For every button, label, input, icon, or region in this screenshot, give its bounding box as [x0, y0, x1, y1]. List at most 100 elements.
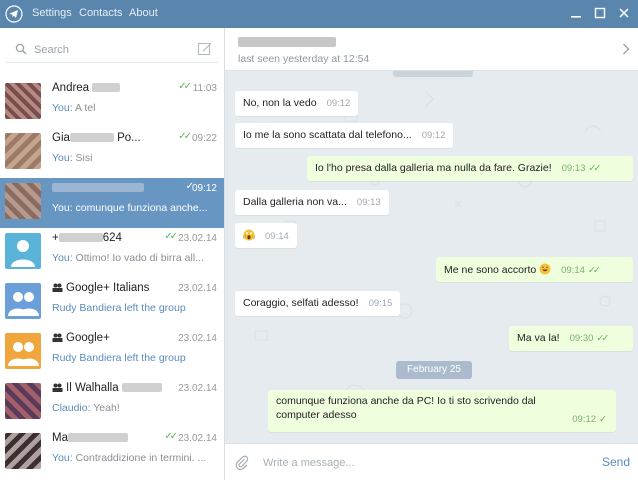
message-text: Coraggio, selfati adesso!	[243, 297, 359, 309]
blurred-name	[52, 183, 144, 193]
paperclip-icon[interactable]	[235, 455, 249, 470]
message-time: 09:12	[326, 98, 351, 109]
sent-tick-icon: ✓	[599, 414, 607, 425]
blurred-name	[92, 83, 121, 93]
chat-item-ma[interactable]: Ma ✓✓ 23.02.14 You: Contraddizione in te…	[0, 428, 224, 478]
sidebar: Andrea ✓✓ 11:03 You: A tel Gia Po... ✓✓ …	[0, 28, 225, 480]
chat-preview: Rudy Bandiera left the group	[52, 352, 186, 364]
chat-preview: You: Ottimo! Io vado di birra all...	[52, 252, 204, 264]
message-time: 09:13	[561, 163, 586, 174]
blurred-name	[67, 433, 128, 443]
date-divider-partial	[393, 71, 473, 77]
blurred-name	[69, 133, 114, 143]
message-outgoing[interactable]: Ma va la! 09:30 ✓✓	[509, 326, 633, 351]
chat-item-google-plus[interactable]: Google+ 23.02.14 Rudy Bandiera left the …	[0, 328, 224, 378]
blurred-name	[121, 383, 162, 393]
minimize-icon[interactable]	[568, 5, 584, 21]
message-outgoing[interactable]: comunque funziona anche da PC! Io ti sto…	[268, 390, 616, 432]
avatar	[5, 383, 41, 419]
chat-preview: You: comunque funziona anche...	[52, 202, 208, 214]
group-icon	[52, 383, 63, 392]
close-icon[interactable]	[616, 5, 632, 21]
sent-tick-icon: ✓	[185, 181, 195, 192]
chat-time: 09:22	[191, 133, 217, 144]
chat-item-google-plus-italians[interactable]: Google+ Italians 23.02.14 Rudy Bandiera …	[0, 278, 224, 328]
chat-name-suffix: 624	[102, 232, 122, 244]
message-incoming[interactable]: No, non la vedo 09:12	[235, 91, 359, 116]
scream-emoji-icon	[243, 229, 255, 241]
chat-time: 11:03	[192, 83, 217, 94]
date-divider: February 25	[396, 361, 472, 379]
message-input[interactable]	[263, 453, 583, 473]
chevron-right-icon[interactable]	[622, 43, 630, 55]
chat-item-phone[interactable]: +624 ✓✓ 23.02.14 You: Ottimo! Io vado di…	[0, 228, 224, 278]
message-incoming[interactable]: 09:14	[235, 223, 297, 248]
chat-preview: You: Sisi	[52, 152, 93, 164]
message-time: 09:13	[356, 197, 381, 208]
chat-name-prefix: Gia	[52, 132, 70, 144]
message-text: Io l'ho presa dalla galleria ma nulla da…	[315, 162, 552, 174]
maximize-icon[interactable]	[592, 5, 608, 21]
chat-item-il-walhalla[interactable]: Il Walhalla 23.02.14 Claudio: Yeah!	[0, 378, 224, 428]
chat-preview: You: Contraddizione in termini. ...	[52, 452, 207, 464]
avatar	[5, 433, 41, 469]
menu-settings[interactable]: Settings	[32, 7, 72, 19]
chat-name: Google+	[66, 332, 110, 344]
send-button[interactable]: Send	[602, 455, 630, 469]
chat-item-andrea[interactable]: Andrea ✓✓ 11:03 You: A tel	[0, 78, 224, 128]
chat-header[interactable]: last seen yesterday at 12:54	[225, 28, 638, 71]
read-ticks-icon: ✓✓	[178, 131, 192, 142]
message-time: 09:14	[265, 231, 289, 242]
read-ticks-icon: ✓✓	[587, 265, 601, 276]
message-text: comunque funziona anche da PC! Io ti sto…	[276, 395, 536, 421]
message-time: 09:30	[569, 333, 594, 344]
chat-preview: Rudy Bandiera left the group	[52, 302, 186, 314]
search-icon	[15, 43, 27, 55]
chat-item-gia[interactable]: Gia Po... ✓✓ 09:22 You: Sisi	[0, 128, 224, 178]
group-placeholder-icon	[8, 292, 39, 316]
blurred-name	[58, 233, 103, 243]
chat-name-prefix: Ma	[52, 432, 68, 444]
compose-icon[interactable]	[197, 41, 212, 56]
chat-time: 23.02.14	[178, 333, 217, 344]
chat-time: 23.02.14	[178, 233, 217, 244]
chat-name: Google+ Italians	[66, 282, 150, 294]
title-bar: Settings Contacts About	[0, 0, 638, 28]
read-ticks-icon: ✓✓	[596, 333, 609, 344]
message-text: Me ne sono accorto	[444, 264, 537, 276]
message-time: 09:14	[561, 265, 585, 276]
menu-contacts[interactable]: Contacts	[79, 7, 122, 19]
last-seen-status: last seen yesterday at 12:54	[238, 53, 370, 65]
message-composer: Send	[225, 443, 638, 480]
chat-time: 23.02.14	[178, 433, 217, 444]
avatar	[5, 133, 41, 169]
message-outgoing[interactable]: Io l'ho presa dalla galleria ma nulla da…	[307, 156, 633, 181]
chat-time: 23.02.14	[178, 383, 217, 394]
avatar	[5, 283, 41, 319]
chat-panel: last seen yesterday at 12:54 No, non la …	[225, 28, 638, 480]
read-ticks-icon: ✓✓	[164, 431, 178, 442]
group-placeholder-icon	[8, 342, 39, 366]
avatar	[5, 333, 41, 369]
chat-name: Andrea	[52, 82, 90, 94]
message-incoming[interactable]: Dalla galleria non va... 09:13	[235, 190, 389, 215]
blurred-chat-title	[238, 37, 336, 47]
search-input[interactable]	[34, 40, 184, 60]
chat-item-active[interactable]: ✓ 09:12 You: comunque funziona anche...	[0, 178, 224, 228]
read-ticks-icon: ✓✓	[178, 81, 192, 92]
chat-preview: Claudio: Yeah!	[52, 402, 120, 414]
chat-name-prefix: +	[52, 232, 59, 244]
smile-emoji-icon	[539, 263, 551, 275]
message-incoming[interactable]: Io me la sono scattata dal telefono... 09…	[235, 123, 454, 148]
chat-preview: You: A tel	[52, 102, 96, 114]
read-ticks-icon: ✓✓	[164, 231, 178, 242]
message-list[interactable]: No, non la vedo 09:12 Io me la sono scatt…	[225, 71, 638, 443]
message-text: Ma va la!	[517, 332, 560, 344]
menu-about[interactable]: About	[129, 7, 158, 19]
avatar	[5, 233, 41, 269]
message-text: No, non la vedo	[243, 97, 317, 109]
message-text: Io me la sono scattata dal telefono...	[243, 129, 412, 141]
message-time: 09:15	[368, 298, 393, 309]
message-incoming[interactable]: Coraggio, selfati adesso! 09:15	[235, 291, 401, 316]
message-outgoing[interactable]: Me ne sono accorto 09:14 ✓✓	[436, 257, 633, 282]
